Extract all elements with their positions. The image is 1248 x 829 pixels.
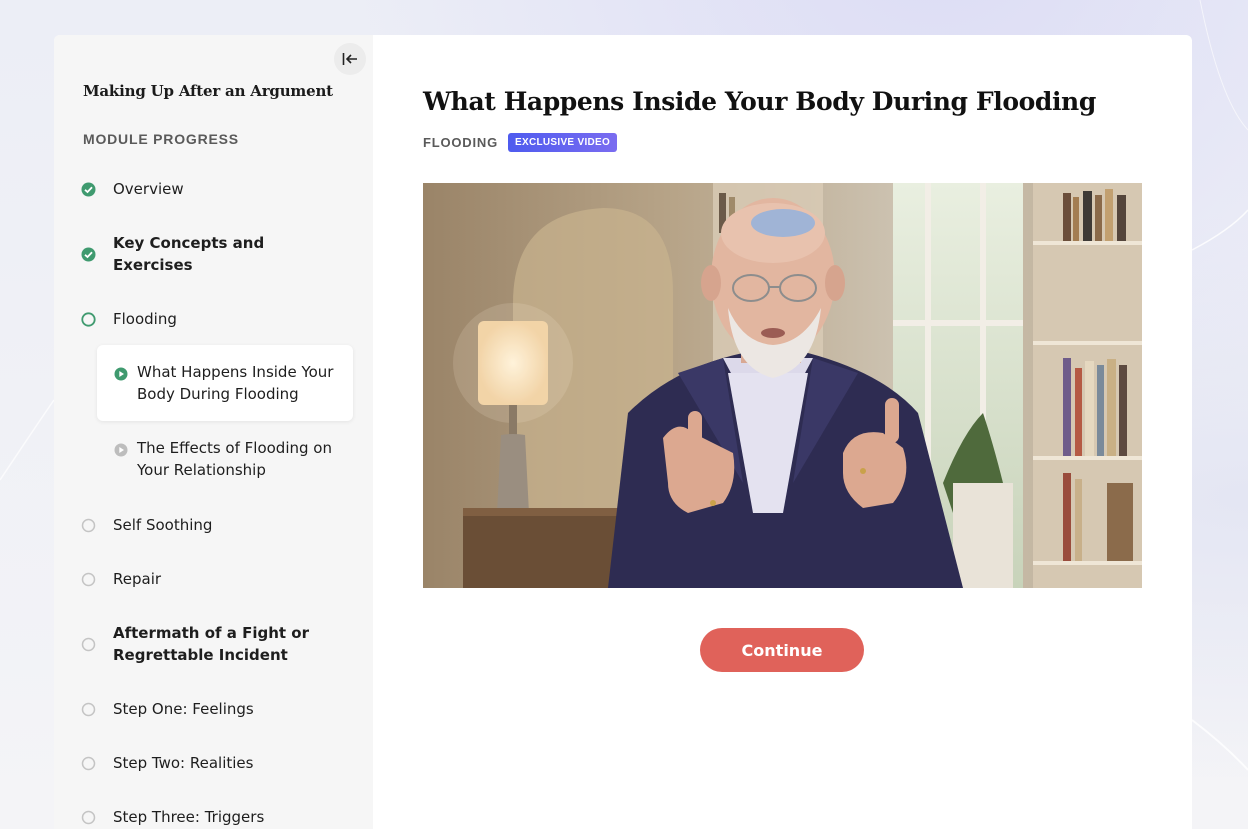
module-progress-label: MODULE PROGRESS [83, 131, 239, 147]
empty-circle-icon [80, 636, 97, 653]
sidebar-item-label: Overview [113, 180, 184, 198]
empty-circle-icon [80, 701, 97, 718]
lesson-title: What Happens Inside Your Body During Flo… [423, 87, 1096, 116]
course-title: Making Up After an Argument [83, 82, 333, 100]
sidebar-item-step-three[interactable]: Step Three: Triggers [80, 806, 350, 828]
check-circle-icon [80, 246, 97, 263]
sidebar-item-label: Repair [113, 570, 162, 588]
sidebar-item-repair[interactable]: Repair [80, 568, 350, 590]
sidebar-item-aftermath[interactable]: Aftermath of a Fight or Regrettable Inci… [80, 622, 350, 666]
sidebar-item-self-soothing[interactable]: Self Soothing [80, 514, 350, 536]
sidebar-item-label: Step One: Feelings [113, 700, 254, 718]
sidebar-item-label: Self Soothing [113, 516, 213, 534]
video-thumbnail [423, 183, 1142, 588]
sidebar-item-step-two[interactable]: Step Two: Realities [80, 752, 350, 774]
video-player[interactable] [423, 183, 1142, 588]
lesson-meta: FLOODING EXCLUSIVE VIDEO [423, 133, 618, 152]
lesson-card: Making Up After an Argument MODULE PROGR… [54, 35, 1192, 829]
lesson-main: What Happens Inside Your Body During Flo… [373, 35, 1192, 829]
exclusive-video-badge: EXCLUSIVE VIDEO [508, 133, 618, 152]
sidebar-item-label: Step Three: Triggers [113, 808, 265, 826]
sidebar-subitem-label: The Effects of Flooding on Your Relation… [137, 439, 332, 479]
collapse-sidebar-button[interactable] [334, 43, 366, 75]
empty-circle-icon [80, 571, 97, 588]
collapse-left-icon [342, 53, 357, 65]
play-circle-icon [114, 365, 128, 381]
play-circle-icon [114, 441, 128, 457]
sidebar-item-flooding[interactable]: Flooding [80, 308, 350, 330]
sidebar-item-label: Aftermath of a Fight or Regrettable Inci… [113, 624, 309, 664]
sidebar-item-label: Step Two: Realities [113, 754, 254, 772]
sidebar-item-overview[interactable]: Overview [80, 178, 350, 200]
module-tag: FLOODING [423, 135, 499, 150]
sidebar-subitem-effects-of-flooding[interactable]: The Effects of Flooding on Your Relation… [97, 421, 353, 497]
sidebar-item-label: Key Concepts and Exercises [113, 234, 265, 274]
check-circle-icon [80, 181, 97, 198]
in-progress-circle-icon [80, 311, 97, 328]
empty-circle-icon [80, 755, 97, 772]
sidebar-item-key-concepts[interactable]: Key Concepts and Exercises [80, 232, 350, 276]
continue-button[interactable]: Continue [700, 628, 864, 672]
sidebar-subitem-what-happens[interactable]: What Happens Inside Your Body During Flo… [97, 345, 353, 421]
module-sidebar: Making Up After an Argument MODULE PROGR… [54, 35, 373, 829]
sidebar-subitem-label: What Happens Inside Your Body During Flo… [137, 363, 334, 403]
empty-circle-icon [80, 517, 97, 534]
sidebar-item-label: Flooding [113, 310, 177, 328]
sidebar-item-step-one[interactable]: Step One: Feelings [80, 698, 350, 720]
empty-circle-icon [80, 809, 97, 826]
